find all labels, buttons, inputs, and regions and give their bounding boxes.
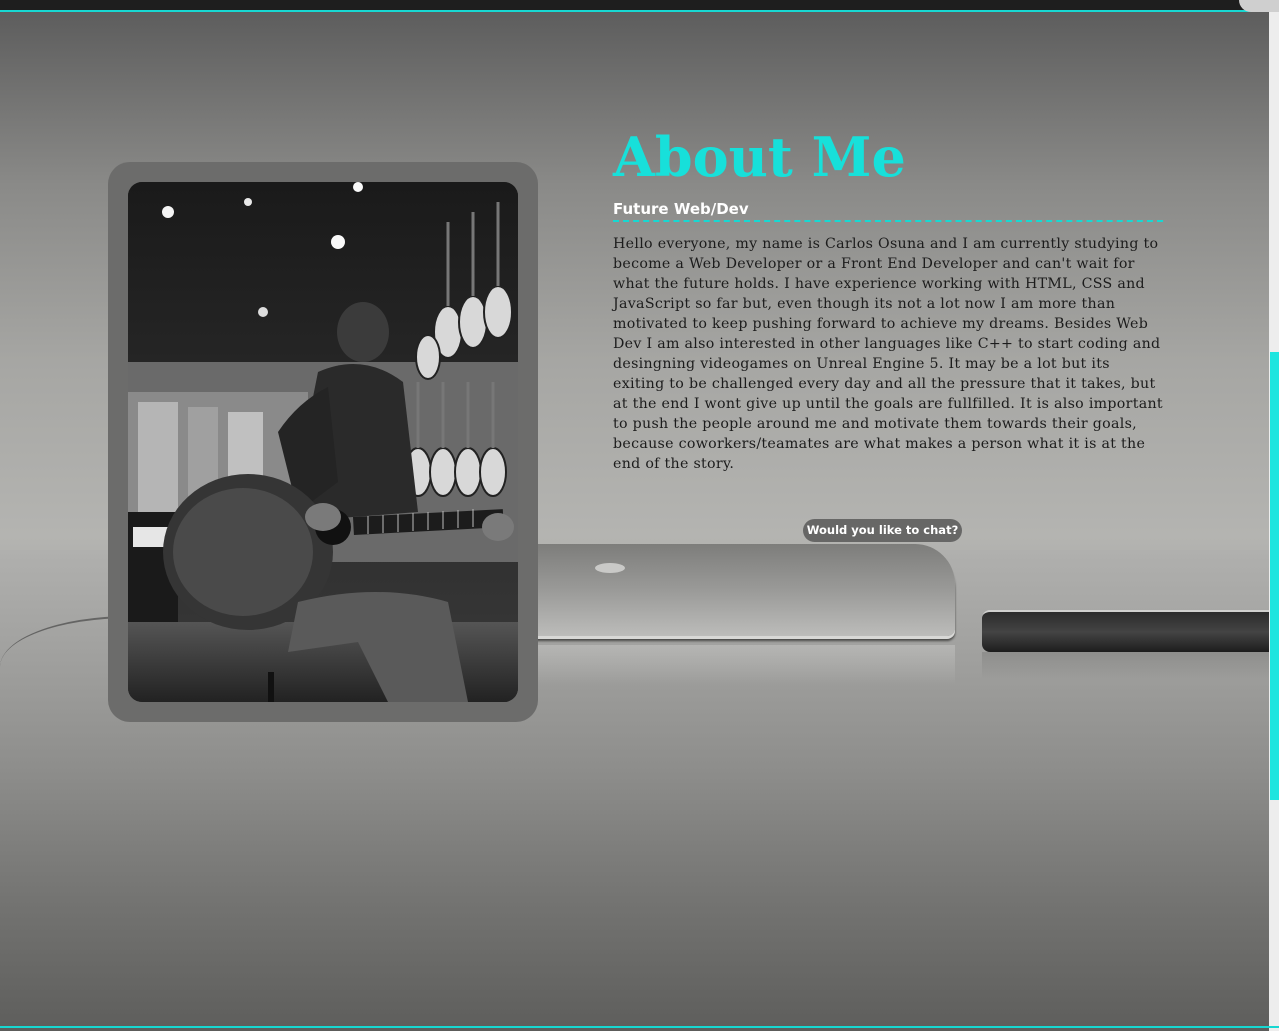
background-phone [982, 610, 1269, 652]
top-corner-decoration [1239, 0, 1279, 12]
bottom-accent-line [0, 1026, 1279, 1028]
profile-photo [128, 182, 518, 702]
subtitle-divider: Future Web/Dev [613, 200, 1163, 222]
about-page: About Me Future Web/Dev Hello everyone, … [0, 0, 1279, 1031]
scrollbar-thumb[interactable] [1270, 352, 1279, 800]
background-laptop [510, 544, 955, 636]
laptop-logo-icon [595, 563, 625, 573]
page-title: About Me [613, 125, 906, 189]
bio-paragraph: Hello everyone, my name is Carlos Osuna … [613, 236, 1163, 472]
guitar-player-photo [128, 182, 518, 702]
top-bar [0, 0, 1279, 12]
laptop-reflection [520, 645, 955, 685]
subtitle: Future Web/Dev [613, 200, 749, 218]
phone-reflection [982, 652, 1269, 680]
chat-button[interactable]: Would you like to chat? [803, 519, 962, 542]
